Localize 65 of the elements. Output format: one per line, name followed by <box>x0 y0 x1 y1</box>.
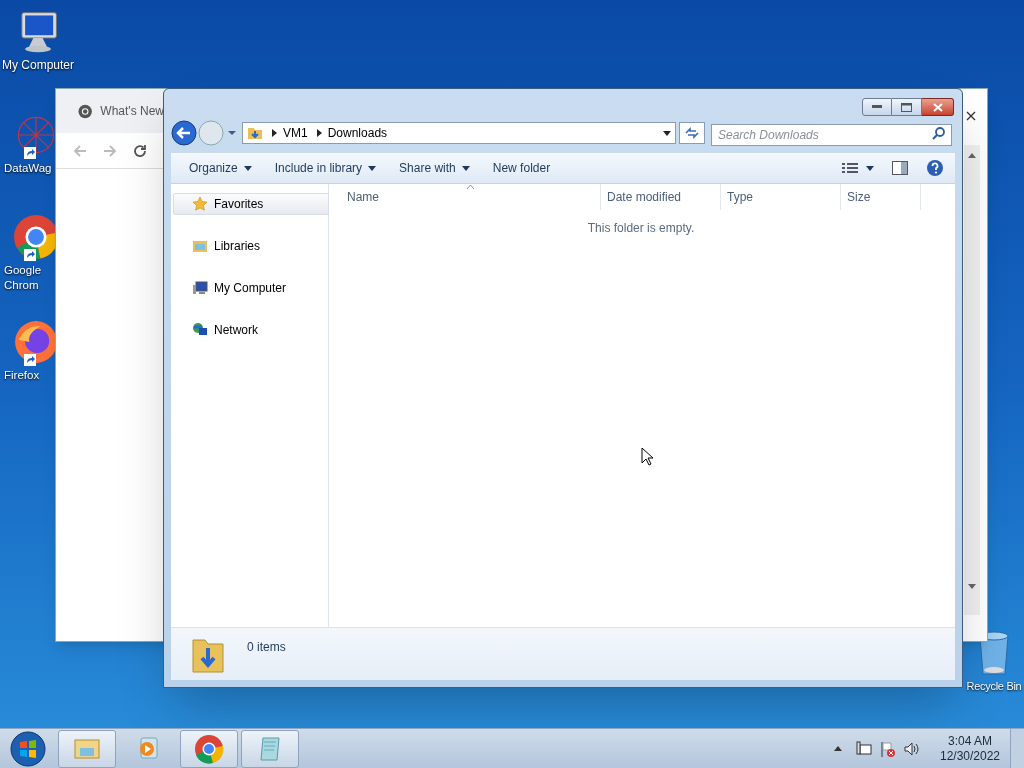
scroll-up-icon[interactable] <box>968 153 976 158</box>
recycle-bin-icon <box>977 630 1011 676</box>
view-list-icon[interactable] <box>842 162 858 174</box>
speaker-icon[interactable] <box>904 740 920 757</box>
reload-icon[interactable] <box>132 142 148 159</box>
refresh-button[interactable] <box>679 122 705 144</box>
computer-icon <box>192 280 208 296</box>
column-header[interactable]: Size <box>841 184 921 210</box>
dropdown-arrow-icon[interactable] <box>663 130 671 136</box>
refresh-icon <box>684 126 700 140</box>
icon-label: DataWag <box>4 161 53 176</box>
toolbar-button[interactable]: New folder <box>485 156 558 180</box>
taskbar-button[interactable] <box>180 729 238 768</box>
start-orb-icon[interactable] <box>8 728 48 768</box>
search-icon[interactable] <box>932 126 946 140</box>
close-icon <box>932 102 943 112</box>
back-button-icon[interactable] <box>171 120 197 146</box>
empty-folder-message: This folder is empty. <box>586 220 696 237</box>
scroll-down-icon[interactable] <box>968 584 976 589</box>
folder-download-icon <box>247 125 263 141</box>
breadcrumb[interactable]: VM1 <box>283 124 308 142</box>
close-icon[interactable] <box>966 111 976 121</box>
network-icon[interactable] <box>856 740 872 757</box>
maximize-button[interactable] <box>892 98 922 116</box>
flag-error-icon[interactable] <box>880 740 896 757</box>
library-icon <box>192 238 208 254</box>
clock-time: 3:04 AM <box>948 733 992 749</box>
icon-label: Recycle Bin <box>966 679 1022 694</box>
nav-item[interactable]: Favorites <box>173 193 329 215</box>
star-icon <box>192 196 208 212</box>
network-icon <box>192 322 208 338</box>
chrome-icon <box>78 103 93 119</box>
toolbar-button[interactable]: Organize <box>182 156 259 180</box>
icon-label: Google Chrom <box>4 263 43 293</box>
close-button[interactable] <box>922 98 954 116</box>
breadcrumb[interactable]: Downloads <box>327 124 388 142</box>
search-field[interactable]: Search Downloads <box>711 124 952 146</box>
toolbar-button[interactable]: Include in library <box>267 156 384 180</box>
minimize-icon <box>872 105 882 109</box>
chevron-up-icon[interactable] <box>834 746 842 751</box>
sort-caret-icon <box>467 185 474 189</box>
firefox-icon <box>14 320 58 364</box>
icon-label: My Computer <box>2 58 74 73</box>
item-count: 0 items <box>247 639 286 656</box>
restore-icon <box>901 102 912 112</box>
preview-pane-icon[interactable] <box>892 161 908 175</box>
column-header[interactable]: Date modified <box>601 184 721 210</box>
nav-item[interactable]: Libraries <box>173 235 329 257</box>
help-icon[interactable] <box>926 159 944 177</box>
column-header[interactable]: Name <box>329 184 601 210</box>
nav-item[interactable]: My Computer <box>173 277 329 299</box>
mouse-cursor-icon <box>641 447 653 466</box>
clock[interactable]: 3:04 AM 12/30/2022 <box>936 733 1004 764</box>
scrollbar[interactable] <box>964 145 980 615</box>
toolbar-button[interactable]: Share with <box>392 156 477 180</box>
address-bar[interactable]: VM1 Downloads <box>242 122 676 144</box>
clock-date: 12/30/2022 <box>939 748 1001 764</box>
minimize-button[interactable] <box>862 98 892 116</box>
chrome-icon <box>194 733 224 764</box>
chevron-right-icon[interactable] <box>316 129 322 137</box>
caret-icon[interactable] <box>866 165 874 171</box>
icon-label: Firefox <box>4 368 41 383</box>
chevron-right-icon[interactable] <box>272 129 277 137</box>
column-header[interactable]: Type <box>721 184 841 210</box>
nav-item[interactable]: Network <box>173 319 329 341</box>
